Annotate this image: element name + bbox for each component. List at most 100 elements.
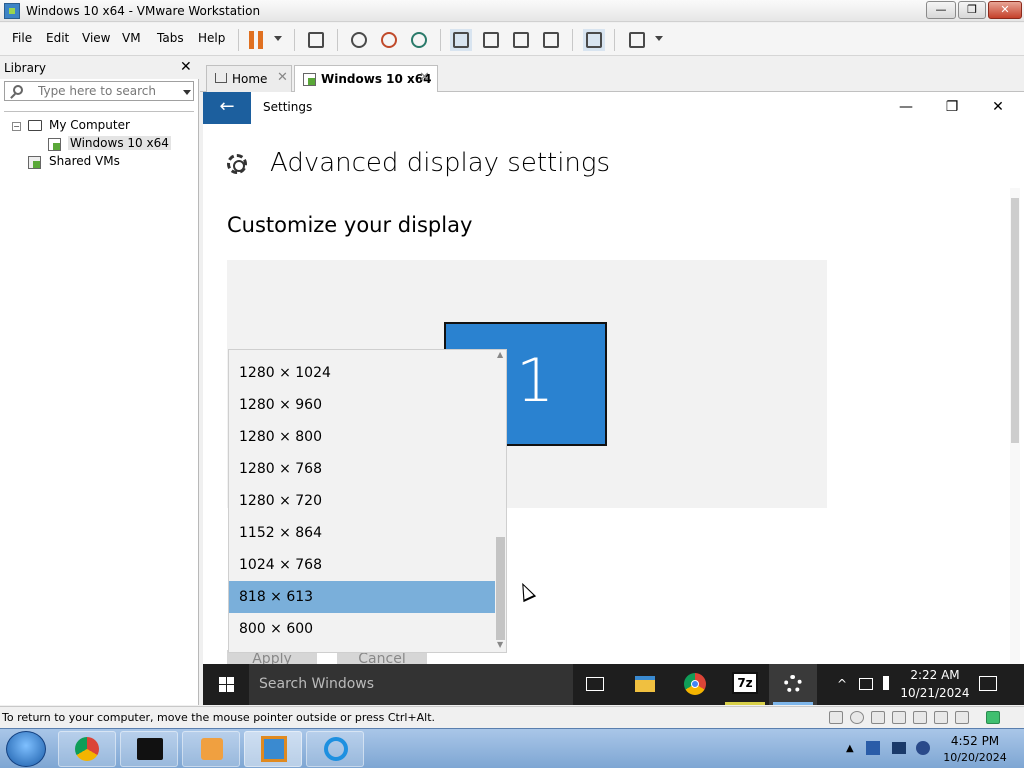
pause-icon[interactable]: [249, 31, 265, 49]
settings-close-button[interactable]: ✕: [983, 96, 1013, 120]
resolution-option[interactable]: 800 × 600: [229, 613, 495, 645]
host-sync-app-button[interactable]: [306, 731, 364, 767]
guest-clock-time[interactable]: 2:22 AM: [895, 668, 975, 682]
stretch-dropdown-icon[interactable]: [655, 36, 663, 41]
host-vmware-button[interactable]: [244, 731, 302, 767]
resolution-option[interactable]: 1152 × 864: [229, 517, 495, 549]
resolution-option[interactable]: 1280 × 960: [229, 389, 495, 421]
back-button[interactable]: ←: [203, 92, 251, 124]
tree-label: Shared VMs: [49, 154, 120, 168]
host-clock-time[interactable]: 4:52 PM: [940, 734, 1010, 748]
library-search-input[interactable]: [38, 83, 178, 99]
menu-view[interactable]: View: [82, 31, 110, 45]
tab-home[interactable]: Home ✕: [206, 65, 292, 92]
scroll-up-icon[interactable]: ▲: [497, 350, 503, 359]
tab-windows-10-x64[interactable]: Windows 10 x64 ✕: [294, 65, 438, 93]
guest-clock-date[interactable]: 10/21/2024: [895, 686, 975, 700]
unity-icon[interactable]: [540, 29, 562, 51]
menu-edit[interactable]: Edit: [46, 31, 69, 45]
host-clock-date[interactable]: 10/20/2024: [940, 751, 1010, 764]
library-search-box[interactable]: [4, 81, 194, 101]
chrome-button[interactable]: [671, 664, 719, 705]
resolution-list-scrollbar-thumb[interactable]: [496, 537, 505, 640]
full-screen-icon[interactable]: [510, 29, 532, 51]
menu-file[interactable]: File: [12, 31, 32, 45]
floppy-icon[interactable]: [871, 711, 885, 724]
minimize-button[interactable]: —: [926, 1, 956, 19]
network-adapter-icon[interactable]: [892, 711, 906, 724]
host-media-player-button[interactable]: [182, 731, 240, 767]
library-close-icon[interactable]: ✕: [180, 59, 192, 75]
task-view-button[interactable]: [571, 664, 619, 705]
sync-icon: [324, 737, 348, 761]
show-hidden-icons-icon[interactable]: ▲: [846, 743, 854, 754]
resolution-option[interactable]: 1280 × 800: [229, 421, 495, 453]
resolution-option[interactable]: 1280 × 1024: [229, 357, 495, 389]
vm-console[interactable]: ← Settings — ❐ ✕ Advanced display settin…: [203, 92, 1024, 705]
stretch-guest-icon[interactable]: [626, 29, 648, 51]
page-scrollbar-thumb[interactable]: [1011, 198, 1019, 443]
monitor-number: 1: [516, 346, 555, 416]
scroll-down-icon[interactable]: ▼: [497, 640, 503, 649]
tree-item-vm[interactable]: Windows 10 x64: [4, 136, 184, 154]
7zip-button[interactable]: 7z: [721, 664, 769, 705]
page-scrollbar[interactable]: [1010, 188, 1020, 668]
resolution-option[interactable]: 1280 × 720: [229, 485, 495, 517]
chevron-down-icon[interactable]: [183, 90, 191, 95]
resolution-option[interactable]: 1280 × 768: [229, 453, 495, 485]
resolution-option-selected[interactable]: 818 × 613: [229, 581, 495, 613]
network-icon[interactable]: [859, 678, 873, 690]
send-ctrl-alt-del-icon[interactable]: [305, 29, 327, 51]
thumbnail-bar-icon[interactable]: [480, 29, 502, 51]
resolution-dropdown-list[interactable]: 1280 × 1024 1280 × 960 1280 × 800 1280 ×…: [228, 349, 507, 653]
show-library-icon[interactable]: [450, 29, 472, 51]
tree-label: My Computer: [49, 118, 130, 132]
tab-close-icon[interactable]: ✕: [419, 70, 430, 85]
settings-maximize-button[interactable]: ❐: [937, 96, 967, 120]
library-tree: − My Computer Windows 10 x64 Shared VMs: [4, 111, 194, 231]
usb-icon[interactable]: [913, 711, 927, 724]
menu-help[interactable]: Help: [198, 31, 225, 45]
guest-start-button[interactable]: [203, 664, 249, 705]
console-view-icon[interactable]: [583, 29, 605, 51]
revert-snapshot-icon[interactable]: [378, 29, 400, 51]
cd-dvd-icon[interactable]: [850, 711, 864, 724]
host-taskbar: ▲ 4:52 PM 10/20/2024: [0, 728, 1024, 768]
close-button[interactable]: ✕: [988, 1, 1022, 19]
settings-taskbar-button[interactable]: [769, 664, 817, 705]
file-explorer-button[interactable]: [621, 664, 669, 705]
collapse-icon[interactable]: −: [12, 122, 21, 131]
tab-close-icon[interactable]: ✕: [277, 70, 288, 85]
vmware-app-icon: [4, 3, 20, 19]
host-terminal-button[interactable]: [120, 731, 178, 767]
tab-strip: Home ✕ Windows 10 x64 ✕: [200, 57, 1024, 93]
windows-logo-icon: [227, 677, 234, 684]
settings-minimize-button[interactable]: —: [891, 96, 921, 120]
tray-display-icon[interactable]: [892, 742, 906, 754]
host-start-button[interactable]: [6, 731, 46, 767]
pause-dropdown-icon[interactable]: [274, 36, 282, 41]
sound-icon[interactable]: [934, 711, 948, 724]
maximize-button[interactable]: ❐: [958, 1, 986, 19]
snapshot-manager-icon[interactable]: [408, 29, 430, 51]
display-icon[interactable]: [955, 711, 969, 724]
toolbar-separator: [572, 29, 573, 51]
host-chrome-button[interactable]: [58, 731, 116, 767]
hard-disk-icon[interactable]: [829, 711, 843, 724]
snapshot-icon[interactable]: [348, 29, 370, 51]
menu-vm[interactable]: VM: [122, 31, 141, 45]
tree-item-shared-vms[interactable]: Shared VMs: [4, 154, 184, 172]
tray-app-icon[interactable]: [866, 741, 880, 755]
action-center-icon[interactable]: [979, 676, 997, 691]
tray-network-icon[interactable]: [916, 741, 930, 755]
message-log-icon[interactable]: [986, 711, 1000, 724]
guest-search-box[interactable]: Search Windows: [249, 664, 573, 705]
show-hidden-icons-icon[interactable]: ^: [837, 677, 847, 691]
toolbar-separator: [440, 29, 441, 51]
resolution-list-scrollbar[interactable]: ▲ ▼: [494, 350, 507, 652]
resolution-option[interactable]: 1024 × 768: [229, 549, 495, 581]
volume-icon[interactable]: [883, 676, 893, 690]
windows-logo-icon: [219, 685, 226, 692]
menu-tabs[interactable]: Tabs: [157, 31, 184, 45]
tree-item-my-computer[interactable]: − My Computer: [4, 118, 184, 136]
